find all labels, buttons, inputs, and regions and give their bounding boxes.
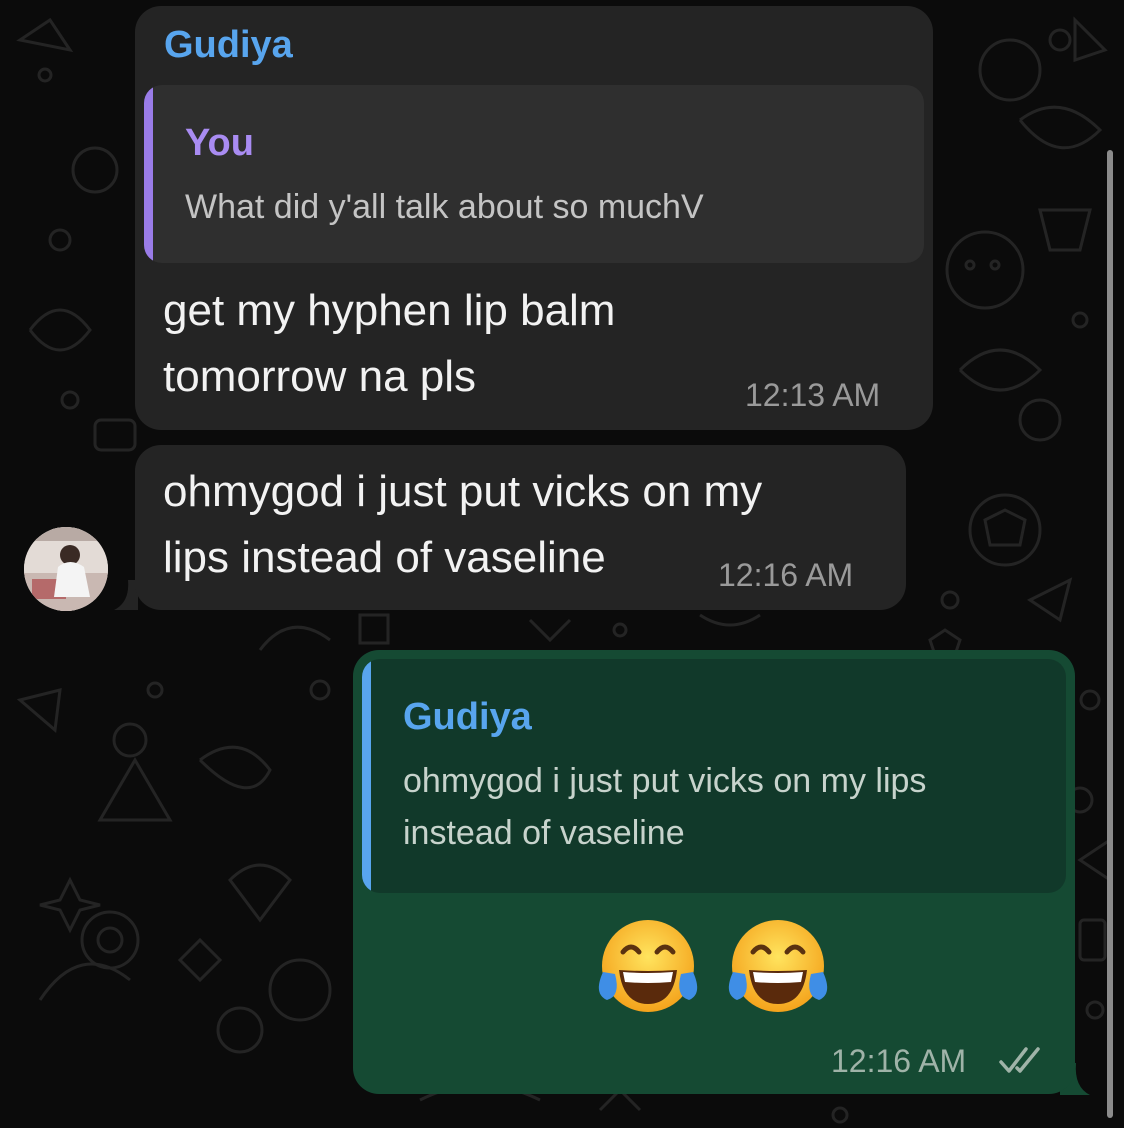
- message-bubble-incoming[interactable]: ohmygod i just put vicks on my lips inst…: [135, 445, 906, 610]
- message-text-line: ohmygod i just put vicks on my: [163, 467, 763, 516]
- message-time: 12:16 AM: [718, 557, 854, 593]
- message-text-line: lips instead of vaseline: [163, 533, 606, 582]
- chat-scrollbar[interactable]: [1107, 150, 1113, 1118]
- contact-avatar[interactable]: [24, 527, 108, 611]
- message-time: 12:16 AM: [831, 1043, 967, 1079]
- message-text-line: tomorrow na pls: [163, 352, 477, 401]
- reply-quote-text: What did y'all talk about so muchV: [185, 188, 704, 226]
- reply-quote[interactable]: You What did y'all talk about so muchV: [144, 85, 924, 263]
- double-check-icon: [999, 1047, 1040, 1073]
- reply-quote-author: You: [185, 122, 254, 164]
- tears-of-joy-emoji: [728, 920, 828, 1012]
- message-text-line: get my hyphen lip balm: [163, 286, 616, 335]
- sender-name[interactable]: Gudiya: [164, 24, 293, 67]
- reply-quote-bar: [362, 659, 371, 893]
- reply-quote[interactable]: Gudiya ohmygod i just put vicks on my li…: [362, 659, 1066, 893]
- message-time: 12:13 AM: [745, 377, 881, 413]
- avatar-photo: [24, 527, 108, 611]
- reply-quote-text-line: ohmygod i just put vicks on my lips: [403, 762, 927, 800]
- reply-quote-text-line: instead of vaseline: [403, 814, 685, 852]
- reply-quote-author: Gudiya: [403, 696, 532, 738]
- message-bubble-outgoing[interactable]: Gudiya ohmygod i just put vicks on my li…: [353, 650, 1075, 1094]
- tears-of-joy-emoji: [598, 920, 698, 1012]
- reply-quote-bar: [144, 85, 153, 263]
- message-bubble-incoming[interactable]: Gudiya You What did y'all talk about so …: [135, 6, 933, 430]
